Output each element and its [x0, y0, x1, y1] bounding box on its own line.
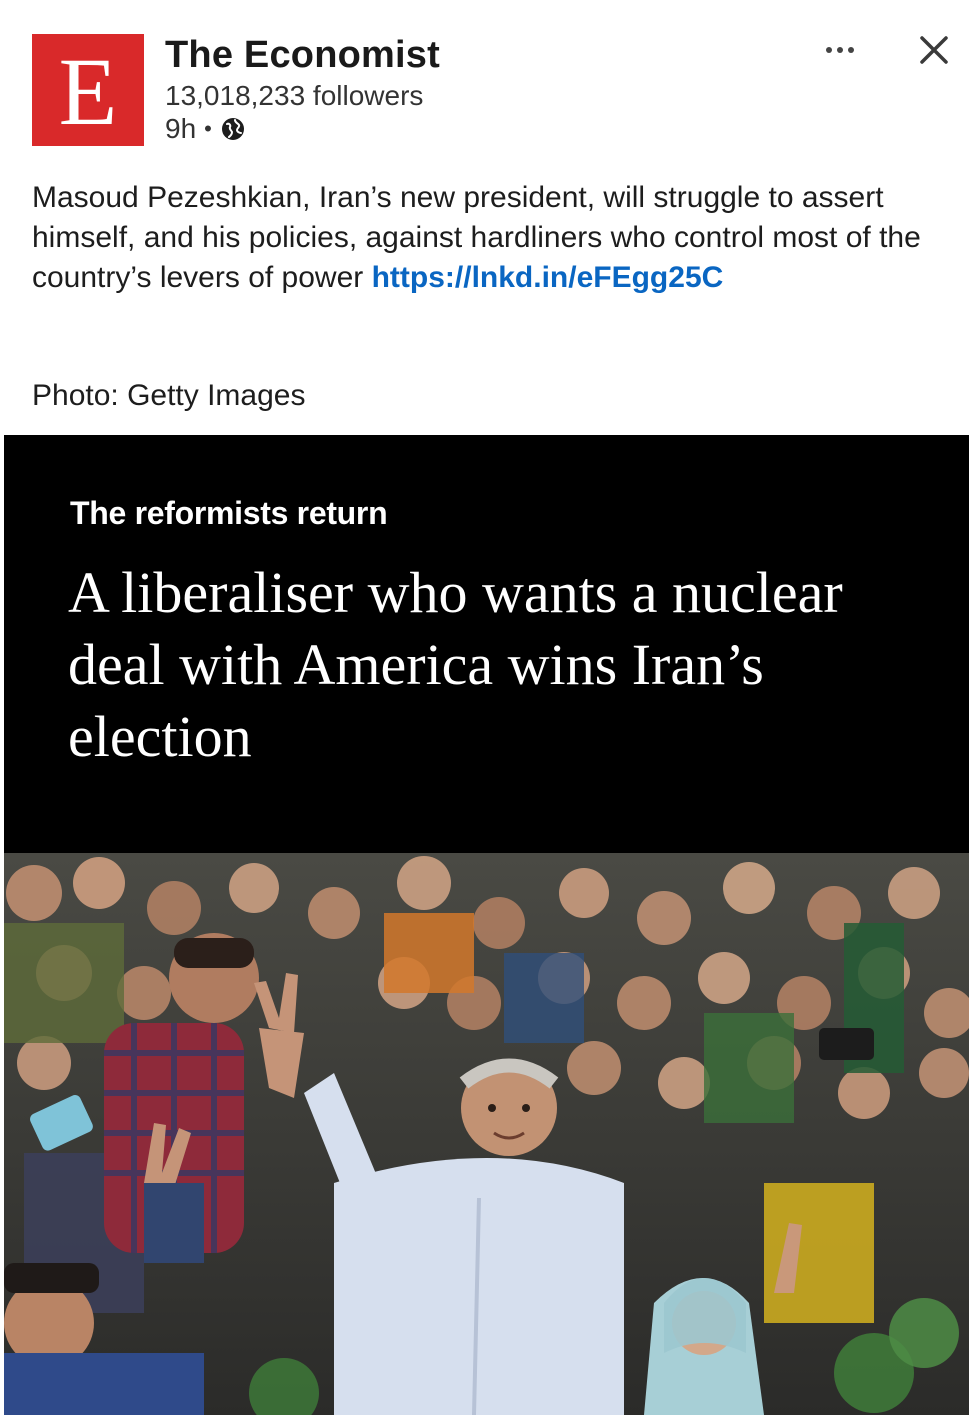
feed-post: E The Economist 13,018,233 followers 9h …	[0, 0, 976, 1422]
article-headline: A liberaliser who wants a nuclear deal w…	[68, 560, 843, 769]
more-icon-dot	[826, 47, 832, 53]
author-name[interactable]: The Economist	[165, 34, 440, 77]
photo-credit: Photo: Getty Images	[32, 379, 306, 412]
post-link[interactable]: https://lnkd.in/eFEgg25C	[372, 261, 724, 294]
more-icon-dot	[848, 47, 854, 53]
more-icon-dot	[837, 47, 843, 53]
article-card[interactable]: The reformists return A liberaliser who …	[4, 435, 969, 1415]
author-logo[interactable]: E	[32, 34, 144, 146]
article-kicker: The reformists return	[70, 495, 388, 531]
meta-separator: •	[204, 116, 212, 141]
globe-icon	[220, 116, 246, 142]
post-text: Masoud Pezeshkian, Iran’s new president,…	[32, 178, 932, 298]
close-icon	[920, 36, 948, 64]
close-button[interactable]	[914, 30, 954, 70]
more-options-button[interactable]	[818, 32, 862, 68]
crowd-photo	[4, 853, 969, 1415]
logo-letter: E	[58, 38, 118, 145]
article-photo	[4, 853, 969, 1415]
post-time: 9h	[165, 113, 197, 144]
follower-count: 13,018,233 followers	[165, 80, 424, 111]
post-meta: 9h •	[165, 113, 246, 145]
